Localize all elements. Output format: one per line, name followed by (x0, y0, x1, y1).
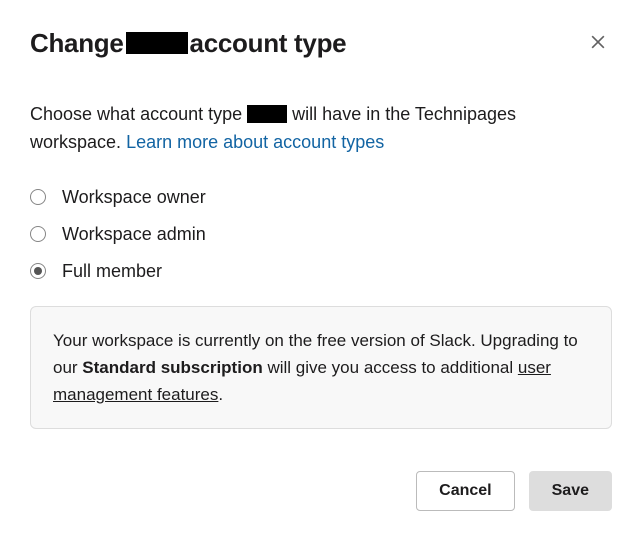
cancel-button[interactable]: Cancel (416, 471, 514, 511)
info-text-2: will give you access to additional (263, 358, 518, 377)
redacted-name-inline (247, 105, 287, 123)
dialog-title: Change account type (30, 28, 346, 59)
radio-icon (30, 226, 46, 242)
close-icon (588, 32, 608, 52)
option-label: Workspace admin (62, 224, 206, 245)
option-label: Full member (62, 261, 162, 282)
close-button[interactable] (584, 28, 612, 56)
option-workspace-owner[interactable]: Workspace owner (30, 187, 612, 208)
info-bold: Standard subscription (82, 358, 262, 377)
option-workspace-admin[interactable]: Workspace admin (30, 224, 612, 245)
account-type-options: Workspace owner Workspace admin Full mem… (30, 187, 612, 282)
title-prefix: Change (30, 28, 124, 58)
info-text-3: . (218, 385, 223, 404)
dialog-footer: Cancel Save (416, 471, 612, 511)
description-part1: Choose what account type (30, 104, 242, 124)
radio-icon (30, 263, 46, 279)
option-label: Workspace owner (62, 187, 206, 208)
option-full-member[interactable]: Full member (30, 261, 612, 282)
dialog-description: Choose what account type will have in th… (30, 101, 612, 157)
upgrade-info-box: Your workspace is currently on the free … (30, 306, 612, 430)
redacted-name (126, 32, 188, 54)
save-button[interactable]: Save (529, 471, 612, 511)
title-suffix: account type (190, 28, 347, 58)
radio-icon (30, 189, 46, 205)
learn-more-link[interactable]: Learn more about account types (126, 132, 384, 152)
dialog-header: Change account type (30, 28, 612, 59)
